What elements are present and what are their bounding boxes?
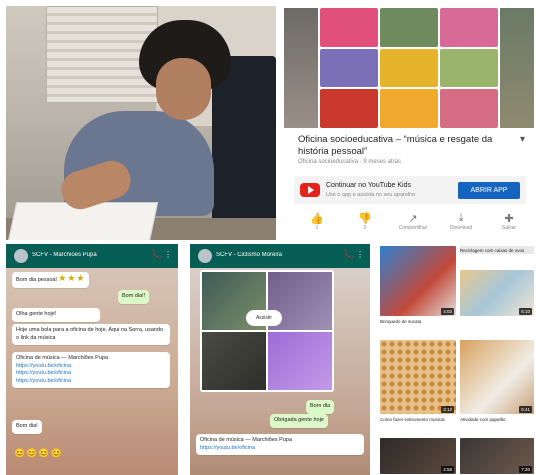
- share-icon: ↗: [408, 213, 418, 225]
- chat-header: SCFV - Marchiões Pupa 📞 ⋮: [6, 244, 178, 268]
- video-link[interactable]: https://youtu.be/oficina: [16, 378, 166, 386]
- emoji-icon: 😊😊😊😊: [14, 448, 63, 458]
- banner-text: Continuar no YouTube Kids: [326, 182, 411, 189]
- message-bubble: Oficina de música — Marchiões Pupa https…: [12, 352, 170, 388]
- face: [156, 58, 211, 120]
- youtube-logo-icon: [300, 183, 320, 197]
- open-app-button[interactable]: ABRIR APP: [458, 182, 520, 199]
- message-bubble: Bom dia!: [12, 420, 42, 434]
- message-bubble-out: Bom dia!!: [118, 290, 150, 304]
- message-bubble: Hoje uma bola para a oficina de hoje. Aq…: [12, 324, 170, 345]
- share-button[interactable]: ↗ Compartilhar: [394, 212, 432, 231]
- save-button[interactable]: ✚ Salvar: [490, 212, 528, 231]
- video-actions: 👍 1 👎 0 ↗ Compartilhar ⤓ Download ✚ Salvar: [298, 212, 528, 231]
- video-link[interactable]: https://youtu.be/oficina: [200, 445, 360, 453]
- suggestion-title: Brinquedo de sucata: [380, 319, 422, 324]
- suggestion-card[interactable]: 3:12 Como fazer instrumento musical: [380, 340, 456, 432]
- suggestion-title: Atividade com papelão: [460, 417, 506, 422]
- duration-badge: 5:41: [519, 406, 532, 413]
- duration-badge: 2:58: [441, 466, 454, 473]
- suggestion-card[interactable]: 4:03 Brinquedo de sucata: [380, 246, 456, 336]
- suggestion-card[interactable]: 2:58: [380, 438, 456, 474]
- video-side-blur: [284, 8, 318, 128]
- app-banner: Continuar no YouTube Kids Use o app e as…: [294, 176, 526, 204]
- photo-girl-writing: [6, 6, 276, 240]
- thumbs-up-icon: 👍: [310, 213, 324, 225]
- avatar[interactable]: [198, 249, 212, 263]
- video-suggestions: 4:03 Brinquedo de sucata Reciclagem com …: [376, 244, 536, 475]
- video-side-blur: [500, 8, 534, 128]
- suggestion-title: Como fazer instrumento musical: [380, 417, 445, 422]
- call-icon[interactable]: 📞 ⋮: [152, 250, 172, 259]
- duration-badge: 6:10: [519, 308, 532, 315]
- whatsapp-chat-2: SCFV - Ciclismo Moreira 📞 ⋮ Assistir Bom…: [190, 244, 370, 475]
- youtube-video-screen: Oficina socioeducativa – “música e resga…: [284, 6, 534, 238]
- suggestion-card[interactable]: 7:20: [460, 438, 534, 474]
- video-thumbnail[interactable]: [320, 8, 498, 128]
- banner-subtext: Use o app e assista no seu aparelho: [326, 192, 416, 198]
- message-bubble-out: Bom dia: [306, 400, 335, 414]
- suggestion-title: Reciclagem com caixas de ovos: [460, 248, 525, 253]
- dislike-button[interactable]: 👎 0: [346, 212, 384, 231]
- video-link[interactable]: https://youtu.be/oficina: [16, 363, 166, 371]
- media-album[interactable]: [200, 270, 334, 392]
- play-video-button[interactable]: Assistir: [246, 310, 282, 326]
- contact-name[interactable]: SCFV - Marchiões Pupa: [32, 252, 142, 258]
- suggestion-card[interactable]: Reciclagem com caixas de ovos 6:10: [460, 246, 534, 336]
- duration-badge: 7:20: [519, 466, 532, 473]
- thumbs-down-icon: 👎: [358, 213, 372, 225]
- duration-badge: 4:03: [441, 308, 454, 315]
- message-bubble-out: Obrigada gente hoje: [270, 414, 328, 428]
- video-meta: Oficina socioeducativa · 9 meses atrás: [298, 159, 402, 165]
- expand-chevron-icon[interactable]: ▾: [520, 134, 525, 145]
- call-icon[interactable]: 📞 ⋮: [344, 250, 364, 259]
- chat-header: SCFV - Ciclismo Moreira 📞 ⋮: [190, 244, 370, 268]
- message-bubble: Oficina de música — Marchiões Pupa https…: [196, 434, 364, 455]
- video-title: Oficina socioeducativa – “música e resga…: [298, 134, 493, 157]
- save-icon: ✚: [504, 213, 514, 225]
- download-button[interactable]: ⤓ Download: [442, 212, 480, 231]
- contact-name[interactable]: SCFV - Ciclismo Moreira: [216, 252, 326, 258]
- duration-badge: 3:12: [441, 406, 454, 413]
- message-bubble: Olha gente hoje!: [12, 308, 100, 322]
- avatar[interactable]: [14, 249, 28, 263]
- like-button[interactable]: 👍 1: [298, 212, 336, 231]
- message-bubble: Bom dia pessoal ★★★: [12, 272, 90, 288]
- suggestion-thumbnail: [460, 340, 534, 414]
- suggestion-card[interactable]: 5:41 Atividade com papelão: [460, 340, 534, 432]
- download-icon: ⤓: [458, 212, 464, 224]
- video-link[interactable]: https://youtu.be/oficina: [16, 370, 166, 378]
- whatsapp-chat-1: SCFV - Marchiões Pupa 📞 ⋮ Bom dia pessoa…: [6, 244, 178, 475]
- suggestion-thumbnail: [380, 246, 456, 316]
- emoji-icon: ★★★: [58, 273, 86, 283]
- suggestion-thumbnail: [380, 340, 456, 414]
